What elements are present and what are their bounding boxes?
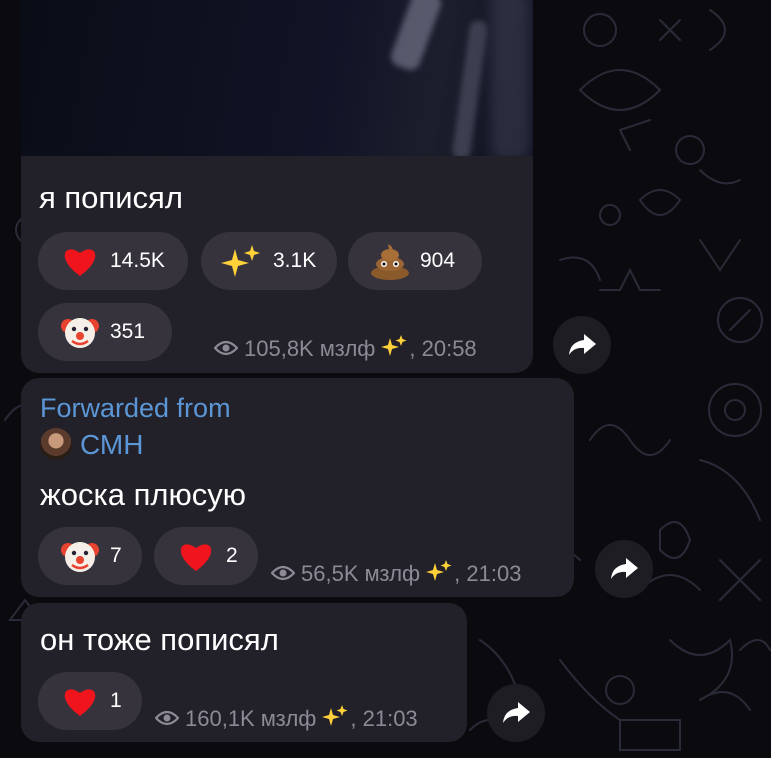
reaction-heart[interactable]: 2 bbox=[154, 527, 258, 585]
message-text: он тоже пописял bbox=[40, 622, 279, 657]
eye-icon bbox=[213, 336, 239, 362]
forward-button[interactable] bbox=[553, 316, 611, 374]
reaction-count: 1 bbox=[110, 689, 122, 712]
message-time: , 20:58 bbox=[409, 336, 477, 361]
sparkles-icon bbox=[426, 559, 452, 589]
heart-emoji-icon bbox=[58, 679, 102, 723]
eye-icon bbox=[270, 561, 296, 587]
message-meta: 160,1K мзлф , 21:03 bbox=[154, 704, 418, 734]
reaction-count: 351 bbox=[110, 320, 146, 343]
eye-icon bbox=[154, 706, 180, 732]
share-arrow-icon bbox=[503, 702, 530, 723]
author-signature: мзлф bbox=[260, 706, 317, 731]
forward-button[interactable] bbox=[595, 540, 653, 598]
clown-emoji-icon bbox=[58, 534, 102, 578]
reaction-count: 7 bbox=[110, 544, 122, 567]
reaction-heart[interactable]: 14.5K bbox=[38, 232, 188, 290]
reaction-count: 3.1K bbox=[273, 249, 317, 272]
forwarded-label: Forwarded from bbox=[40, 393, 231, 423]
reaction-clown[interactable]: 7 bbox=[38, 527, 142, 585]
sparkles-icon bbox=[381, 334, 407, 364]
poop-emoji-icon bbox=[368, 239, 412, 283]
message-text: жоска плюсую bbox=[40, 477, 246, 512]
heart-emoji-icon bbox=[174, 534, 218, 578]
forwarded-source-link[interactable]: СМН bbox=[80, 429, 143, 461]
clown-emoji-icon bbox=[58, 310, 102, 354]
reaction-count: 2 bbox=[226, 544, 238, 567]
message-bubble-2[interactable]: Forwarded from СМН жоска плюсую 7 2 56,5… bbox=[21, 378, 574, 597]
reaction-clown[interactable]: 351 bbox=[38, 303, 172, 361]
view-count: 56,5K bbox=[301, 561, 359, 586]
reaction-count: 14.5K bbox=[110, 249, 165, 272]
view-count: 160,1K bbox=[185, 706, 255, 731]
message-photo[interactable] bbox=[21, 0, 533, 156]
reaction-sparkles[interactable]: 3.1K bbox=[201, 232, 337, 290]
reaction-count: 904 bbox=[420, 249, 456, 272]
view-count: 105,8K bbox=[244, 336, 314, 361]
message-text: я пописял bbox=[39, 180, 183, 215]
share-arrow-icon bbox=[569, 334, 596, 355]
avatar[interactable] bbox=[40, 428, 72, 460]
reaction-poop[interactable]: 904 bbox=[348, 232, 482, 290]
reaction-heart[interactable]: 1 bbox=[38, 672, 142, 730]
message-time: , 21:03 bbox=[350, 706, 418, 731]
heart-emoji-icon bbox=[58, 239, 102, 283]
sparkles-emoji-icon bbox=[219, 239, 263, 283]
author-signature: мзлф bbox=[364, 561, 421, 586]
forward-button[interactable] bbox=[487, 684, 545, 742]
sparkles-icon bbox=[322, 704, 348, 734]
message-bubble-1[interactable]: я пописял 14.5K 3.1K 904 351 105,8K мзлф… bbox=[21, 0, 533, 373]
author-signature: мзлф bbox=[319, 336, 376, 361]
message-meta: 105,8K мзлф , 20:58 bbox=[213, 334, 477, 364]
message-time: , 21:03 bbox=[454, 561, 522, 586]
share-arrow-icon bbox=[611, 558, 638, 579]
message-bubble-3[interactable]: он тоже пописял 1 160,1K мзлф , 21:03 bbox=[21, 603, 467, 742]
message-meta: 56,5K мзлф , 21:03 bbox=[270, 559, 522, 589]
